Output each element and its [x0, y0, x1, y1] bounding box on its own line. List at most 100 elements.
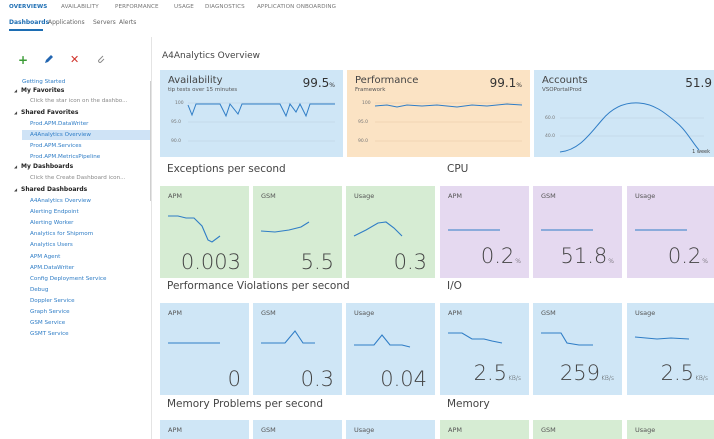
tile-value: 0.2% [667, 244, 708, 268]
sidebar-item-a4analytics-overview[interactable]: A4Analytics Overview [30, 131, 91, 139]
subtab-alerts[interactable]: Alerts [119, 19, 136, 26]
subtab-servers[interactable]: Servers [93, 19, 116, 26]
sidebar-shared-dashboard-item[interactable]: Analytics Users [30, 241, 73, 249]
attach-icon[interactable] [96, 54, 106, 66]
tile-value: 0.3 [393, 250, 427, 274]
sidebar-shared-dashboard-item[interactable]: Analytics for Shipmom [30, 230, 93, 238]
sub-navigation: Dashboards Applications Servers Alerts [0, 17, 714, 31]
sidebar-shared-dashboard-item[interactable]: GSMT Service [30, 330, 69, 338]
sidebar-shared-dashboard-item[interactable]: GSM Service [30, 319, 65, 327]
active-tab-indicator [9, 29, 43, 31]
sidebar-shared-dashboard-item[interactable]: Debug [30, 286, 48, 294]
section-io-title: I/O [447, 280, 462, 292]
section-cpu-title: CPU [447, 163, 469, 175]
tile-value: 259KB/s [559, 361, 614, 385]
collapse-triangle-icon: ◢ [14, 187, 18, 192]
tab-diagnostics[interactable]: DIAGNOSTICS [205, 4, 245, 10]
tab-overviews[interactable]: OVERVIEWS [9, 4, 47, 10]
memory-problems-tile-usage[interactable]: Usage [346, 420, 435, 439]
tab-performance[interactable]: PERFORMANCE [115, 4, 159, 10]
io-tile-usage[interactable]: Usage 2.5KB/s [627, 303, 714, 395]
tab-usage[interactable]: USAGE [174, 4, 194, 10]
subtab-applications[interactable]: Applications [48, 19, 85, 26]
availability-tile[interactable]: Availability tip tests over 15 minutes 9… [160, 70, 343, 157]
cpu-tile-apm[interactable]: APM 0.2% [440, 186, 529, 278]
tab-application-onboarding[interactable]: APPLICATION ONBOARDING [257, 4, 336, 10]
sidebar-my-dashboards[interactable]: ◢ My Dashboards [14, 163, 73, 171]
sidebar-toolbar: + ✕ [18, 54, 138, 68]
tile-value: 0.2% [480, 244, 521, 268]
collapse-triangle-icon: ◢ [14, 110, 18, 115]
section-violations-title: Performance Violations per second [167, 280, 350, 292]
sidebar-favorites-hint: Click the star icon on the dashbo... [30, 98, 128, 104]
sidebar-item-prod-apm-metricspipeline[interactable]: Prod.APM.MetricsPipeline [30, 153, 100, 161]
cpu-tile-usage[interactable]: Usage 0.2% [627, 186, 714, 278]
tile-label: GSM [261, 426, 276, 434]
sidebar-shared-dashboard-item[interactable]: APM.DataWriter [30, 264, 74, 272]
sidebar-shared-dashboard-item[interactable]: Config Deployment Service [30, 275, 106, 283]
memory-tile-usage[interactable]: Usage [627, 420, 714, 439]
sidebar-shared-dashboard-item[interactable]: Doppler Service [30, 297, 75, 305]
tile-label: Usage [635, 426, 656, 434]
sidebar-my-favorites[interactable]: ◢ My Favorites [14, 87, 64, 95]
section-memory-problems-title: Memory Problems per second [167, 398, 324, 410]
sidebar-shared-dashboard-item[interactable]: A4Analytics Overview [30, 197, 91, 205]
violations-tile-gsm[interactable]: GSM 0.3 [253, 303, 342, 395]
accounts-tile[interactable]: Accounts VSOPortalProd 51.9 60.0 40.0 1 … [534, 70, 714, 157]
sidebar-shared-dashboard-item[interactable]: Graph Service [30, 308, 70, 316]
tile-value: 2.5KB/s [473, 361, 521, 385]
tile-label: APM [168, 426, 182, 434]
exceptions-tile-gsm[interactable]: GSM 5.5 [253, 186, 342, 278]
sidebar-dashboards-hint: Click the Create Dashboard icon... [30, 175, 126, 181]
accounts-sparkline [559, 102, 704, 153]
memory-tile-apm[interactable]: APM [440, 420, 529, 439]
violations-tile-apm[interactable]: APM 0 [160, 303, 249, 395]
tile-sparkline [260, 221, 310, 233]
section-memory-title: Memory [447, 398, 490, 410]
subtab-dashboards[interactable]: Dashboards [9, 19, 49, 26]
memory-problems-tile-apm[interactable]: APM [160, 420, 249, 439]
sidebar-scrollbar[interactable] [150, 81, 151, 201]
memory-tile-gsm[interactable]: GSM [533, 420, 622, 439]
tile-value: 0.003 [180, 250, 241, 274]
tile-sparkline [353, 221, 403, 237]
memory-problems-tile-gsm[interactable]: GSM [253, 420, 342, 439]
tile-sparkline [354, 334, 411, 348]
collapse-triangle-icon: ◢ [14, 88, 18, 93]
tile-value: 0 [227, 367, 241, 391]
io-tile-apm[interactable]: APM 2.5KB/s [440, 303, 529, 395]
tile-sparkline [168, 342, 220, 344]
exceptions-tile-usage[interactable]: Usage 0.3 [346, 186, 435, 278]
sidebar-shared-dashboard-item[interactable]: Alerting Endpoint [30, 208, 79, 216]
delete-icon[interactable]: ✕ [70, 54, 79, 66]
page-title: A4Analytics Overview [162, 51, 260, 61]
tile-sparkline [168, 215, 221, 243]
sidebar-item-prod-apm-datawriter[interactable]: Prod.APM.DataWriter [30, 120, 88, 128]
tile-value: 0.3 [300, 367, 334, 391]
performance-tile[interactable]: Performance Framework 99.1% 100 95.0 90.… [347, 70, 530, 157]
sidebar-shared-dashboards[interactable]: ◢ Shared Dashboards [14, 186, 87, 194]
violations-tile-usage[interactable]: Usage 0.04 [346, 303, 435, 395]
add-icon[interactable]: + [18, 54, 28, 66]
cpu-tile-gsm[interactable]: GSM 51.8% [533, 186, 622, 278]
edit-icon[interactable] [44, 54, 54, 66]
tab-availability[interactable]: AVAILABILITY [61, 4, 99, 10]
io-tile-gsm[interactable]: GSM 259KB/s [533, 303, 622, 395]
sidebar-shared-favorites[interactable]: ◢ Shared Favorites [14, 109, 78, 117]
exceptions-tile-apm[interactable]: APM 0.003 [160, 186, 249, 278]
sidebar-item-prod-apm-services[interactable]: Prod.APM.Services [30, 142, 82, 150]
sidebar-shared-dashboard-item[interactable]: Alerting Worker [30, 219, 73, 227]
tile-value: 5.5 [300, 250, 334, 274]
tile-label: Usage [354, 426, 375, 434]
sidebar-shared-dashboard-item[interactable]: APM Agent [30, 253, 60, 261]
collapse-triangle-icon: ◢ [14, 164, 18, 169]
top-navigation: OVERVIEWS AVAILABILITY PERFORMANCE USAGE… [0, 0, 714, 16]
tile-sparkline [261, 330, 315, 344]
tile-label: GSM [541, 426, 556, 434]
tile-value: 2.5KB/s [660, 361, 708, 385]
section-exceptions-title: Exceptions per second [167, 163, 286, 175]
performance-sparkline [374, 102, 523, 142]
tile-value: 0.04 [380, 367, 427, 391]
sidebar-getting-started[interactable]: Getting Started [22, 78, 65, 86]
tile-label: APM [448, 426, 462, 434]
